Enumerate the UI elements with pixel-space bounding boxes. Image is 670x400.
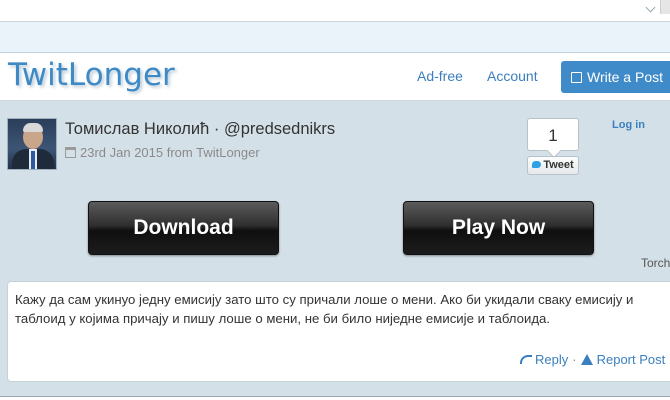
write-post-button[interactable]: Write a Post (561, 61, 670, 93)
avatar[interactable] (7, 118, 57, 170)
reply-link[interactable]: Reply (520, 352, 568, 367)
nav-link-ad-free[interactable]: Ad-free (417, 68, 463, 84)
write-post-label: Write a Post (587, 69, 663, 85)
bottom-edge (0, 396, 670, 400)
scrollbar-handle[interactable] (660, 0, 670, 14)
browser-top-strip (0, 0, 670, 22)
reply-icon (520, 355, 532, 364)
action-separator: · (572, 352, 577, 367)
edit-icon (571, 72, 582, 83)
torch-ad-label[interactable]: Torch (641, 256, 670, 270)
warning-icon (580, 354, 593, 365)
post-actions: Reply · Report Post (520, 352, 665, 367)
report-post-link[interactable]: Report Post (580, 352, 665, 367)
post-body: Кажу да сам укинуо једну емисију зато шт… (15, 292, 634, 326)
chevron-down-icon[interactable] (645, 2, 656, 13)
twitter-bird-icon (532, 161, 542, 168)
nav-link-account[interactable]: Account (487, 68, 538, 84)
login-link[interactable]: Log in (612, 119, 645, 131)
play-now-ad-button[interactable]: Play Now (403, 201, 594, 255)
post-date: 23rd Jan 2015 from TwitLonger (80, 145, 260, 160)
tweet-count: 1 (527, 118, 579, 151)
toolbar-strip (0, 22, 670, 53)
site-navbar: TwitLonger Ad-free Account Write a Post (0, 53, 670, 101)
post-card: Кажу да сам укинуо једну емисију зато шт… (7, 281, 670, 382)
tweet-button[interactable]: Tweet (527, 156, 579, 175)
download-ad-button[interactable]: Download (88, 201, 279, 255)
post-meta: 23rd Jan 2015 from TwitLonger (65, 145, 260, 160)
calendar-icon (65, 147, 76, 158)
main-content: Томислав Николић · @predsednikrs 23rd Ja… (0, 101, 670, 400)
post-author[interactable]: Томислав Николић · @predsednikrs (65, 120, 335, 139)
brand-logo[interactable]: TwitLonger (8, 57, 175, 93)
tweet-label: Tweet (543, 159, 574, 171)
